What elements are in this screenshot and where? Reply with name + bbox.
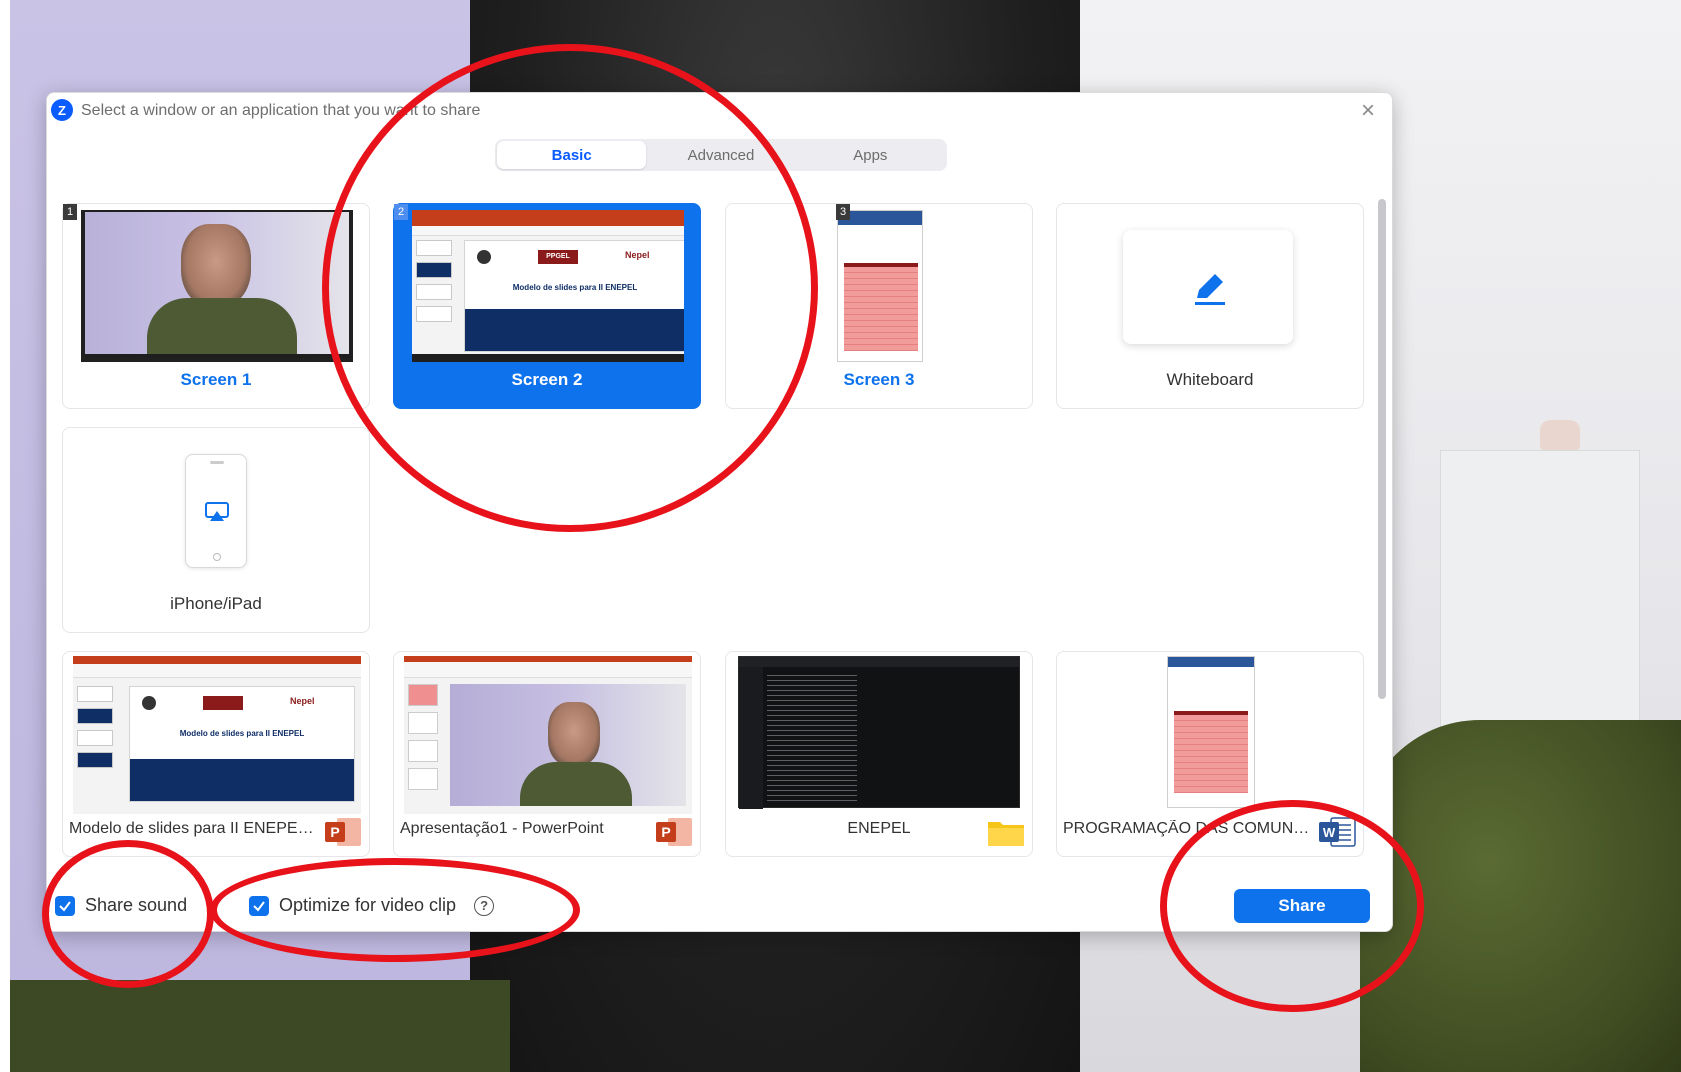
tab-apps[interactable]: Apps bbox=[796, 141, 945, 169]
window-label: Modelo de slides para II ENEPEL.... bbox=[69, 820, 319, 837]
svg-text:P: P bbox=[330, 824, 339, 840]
screen-1-thumbnail bbox=[81, 210, 353, 362]
screen-3-tile[interactable]: 3 Screen 3 bbox=[725, 203, 1033, 409]
window-thumbnail bbox=[404, 656, 692, 814]
window-label: Apresentação1 - PowerPoint bbox=[400, 820, 604, 837]
svg-text:P: P bbox=[661, 824, 670, 840]
optimize-video-checkbox[interactable]: Optimize for video clip ? bbox=[249, 895, 495, 916]
powerpoint-icon: P bbox=[325, 818, 361, 846]
checkbox-checked-icon bbox=[55, 895, 75, 916]
airplay-icon bbox=[205, 502, 229, 521]
vertical-scrollbar[interactable] bbox=[1378, 199, 1386, 699]
pen-icon bbox=[1195, 274, 1225, 305]
window-tile-enepel[interactable]: ENEPEL bbox=[725, 651, 1033, 857]
window-tile-modelo-slides[interactable]: Nepel Modelo de slides para II ENEPEL Mo… bbox=[62, 651, 370, 857]
tab-basic[interactable]: Basic bbox=[497, 141, 647, 169]
screen-number-badge: 2 bbox=[394, 204, 408, 220]
checkbox-checked-icon bbox=[249, 895, 269, 916]
screen-3-thumbnail bbox=[744, 210, 1016, 362]
share-tabs: Basic Advanced Apps bbox=[495, 139, 947, 171]
whiteboard-card bbox=[1123, 230, 1293, 344]
background-shirt bbox=[1360, 720, 1681, 1072]
share-button[interactable]: Share bbox=[1234, 889, 1370, 923]
screen-number-badge: 1 bbox=[63, 204, 77, 220]
window-label: ENEPEL bbox=[847, 820, 911, 837]
share-sound-label: Share sound bbox=[85, 895, 188, 915]
svg-text:W: W bbox=[1323, 825, 1336, 840]
background-shirt-left bbox=[10, 980, 510, 1072]
dialog-title: Select a window or an application that y… bbox=[81, 102, 481, 119]
share-options-grid: 1 Screen 1 PPGEL Nepel Modelo de slides … bbox=[47, 193, 1392, 863]
window-thumbnail: Nepel Modelo de slides para II ENEPEL bbox=[73, 656, 361, 814]
window-label: PROGRAMAÇÃO DAS COMUNIC... bbox=[1063, 820, 1313, 837]
iphone-ipad-tile[interactable]: iPhone/iPad bbox=[62, 427, 370, 633]
screen-3-label: Screen 3 bbox=[843, 370, 915, 389]
optimize-video-label: Optimize for video clip bbox=[279, 895, 457, 915]
screen-1-tile[interactable]: 1 Screen 1 bbox=[62, 203, 370, 409]
background-pot bbox=[1540, 420, 1580, 450]
screen-number-badge: 3 bbox=[836, 204, 850, 220]
iphone-ipad-label: iPhone/iPad bbox=[170, 594, 262, 613]
window-thumbnail bbox=[1067, 656, 1355, 814]
window-tile-programacao[interactable]: PROGRAMAÇÃO DAS COMUNIC... W bbox=[1056, 651, 1364, 857]
powerpoint-icon: P bbox=[656, 818, 692, 846]
screen-2-tile[interactable]: PPGEL Nepel Modelo de slides para II ENE… bbox=[393, 203, 701, 409]
window-tile-apresentacao1[interactable]: Apresentação1 - PowerPoint P bbox=[393, 651, 701, 857]
ppgel-logo: PPGEL bbox=[538, 250, 578, 264]
share-sound-checkbox[interactable]: Share sound bbox=[55, 895, 187, 916]
help-icon[interactable]: ? bbox=[474, 895, 495, 916]
title-bar: Z Select a window or an application that… bbox=[47, 93, 1392, 129]
whiteboard-tile[interactable]: Whiteboard bbox=[1056, 203, 1364, 409]
phone-icon bbox=[185, 454, 247, 568]
nepel-logo: Nepel bbox=[625, 250, 650, 260]
screen-2-thumbnail: PPGEL Nepel Modelo de slides para II ENE… bbox=[412, 210, 684, 362]
share-screen-dialog: Z Select a window or an application that… bbox=[46, 92, 1393, 932]
window-thumbnail bbox=[736, 656, 1024, 814]
screen-2-label: Screen 2 bbox=[511, 370, 583, 389]
nepel-logo: Nepel bbox=[290, 696, 315, 706]
close-button[interactable]: × bbox=[1354, 97, 1382, 125]
folder-icon bbox=[988, 822, 1024, 846]
dialog-footer: Share sound Optimize for video clip ? Sh… bbox=[47, 873, 1392, 931]
whiteboard-label: Whiteboard bbox=[1166, 370, 1254, 389]
slide-headline: Modelo de slides para II ENEPEL bbox=[179, 729, 305, 738]
tab-advanced[interactable]: Advanced bbox=[646, 141, 795, 169]
word-icon: W bbox=[1319, 817, 1356, 847]
slide-headline: Modelo de slides para II ENEPEL bbox=[512, 283, 638, 292]
screen-1-label: Screen 1 bbox=[180, 370, 252, 389]
zoom-logo-icon: Z bbox=[51, 99, 73, 121]
